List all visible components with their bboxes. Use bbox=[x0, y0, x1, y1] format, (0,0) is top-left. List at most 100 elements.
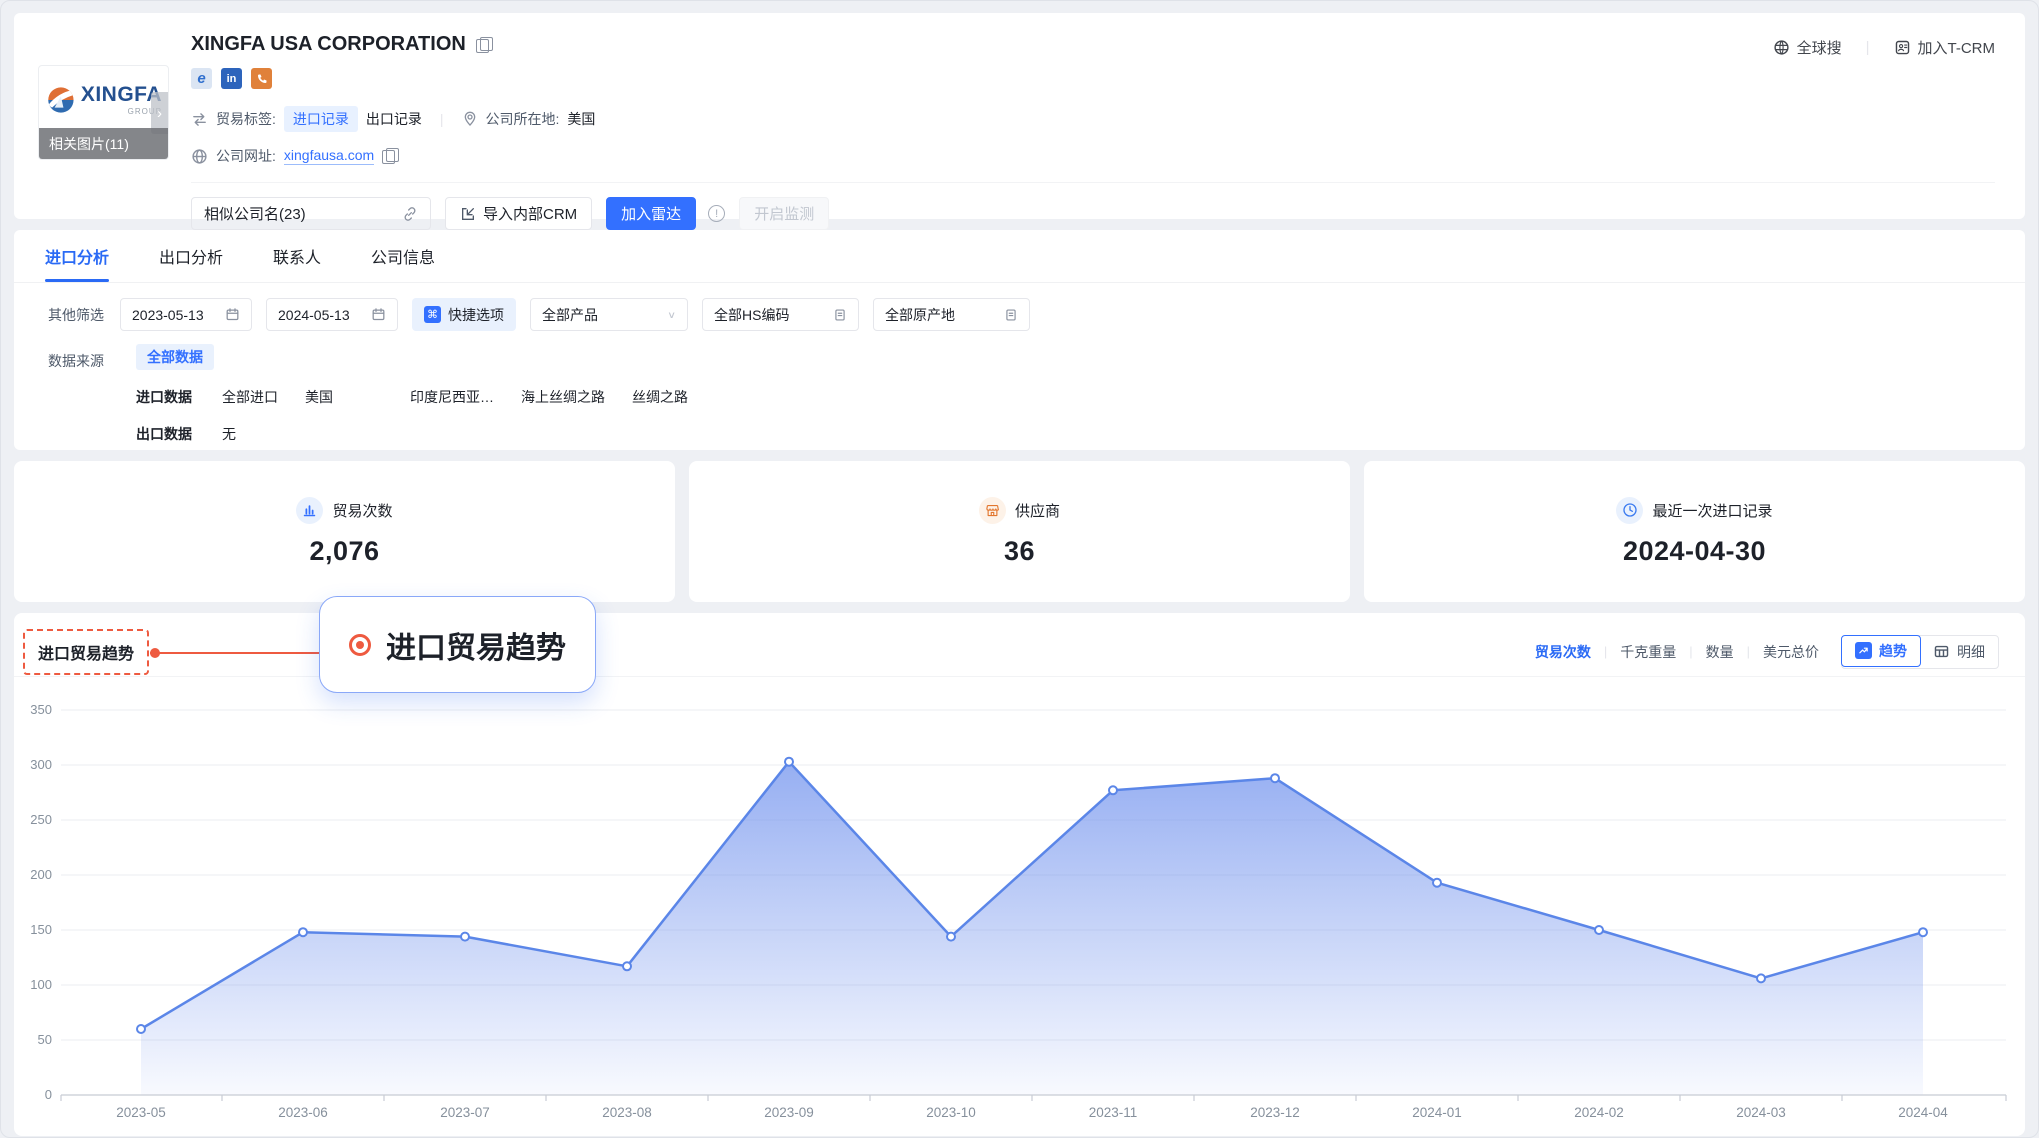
shop-icon bbox=[985, 503, 1000, 518]
location-label: 公司所在地: bbox=[486, 109, 560, 129]
import-source-item[interactable]: 海上丝绸之路 bbox=[521, 387, 605, 407]
join-tcrm-link[interactable]: 加入T-CRM bbox=[1894, 37, 1996, 58]
export-data-label: 出口数据 bbox=[136, 424, 192, 444]
date-from-input[interactable]: 2023-05-13 bbox=[120, 298, 252, 331]
link-icon bbox=[402, 206, 418, 222]
join-tcrm-icon bbox=[1894, 39, 1911, 56]
import-source-item[interactable]: 丝绸之路 bbox=[632, 387, 688, 407]
phone-icon[interactable] bbox=[251, 68, 272, 89]
svg-text:50: 50 bbox=[38, 1032, 52, 1047]
svg-text:200: 200 bbox=[30, 867, 52, 882]
toggle-detail-label: 明细 bbox=[1957, 642, 1985, 662]
location-value: 美国 bbox=[567, 109, 595, 129]
enable-monitor-button[interactable]: 开启监测 bbox=[739, 197, 829, 230]
stat-card-trade-count: 贸易次数 2,076 bbox=[14, 461, 675, 602]
toggle-detail-view[interactable]: 明细 bbox=[1920, 636, 1998, 668]
svg-text:2023-12: 2023-12 bbox=[1250, 1105, 1300, 1120]
stat-value: 2,076 bbox=[309, 536, 379, 567]
svg-text:2023-11: 2023-11 bbox=[1089, 1105, 1138, 1120]
bullseye-icon bbox=[349, 634, 371, 656]
metric-usd-total[interactable]: 美元总价 bbox=[1763, 642, 1819, 662]
similar-companies-button[interactable]: 相似公司名(23) bbox=[191, 197, 431, 230]
add-radar-button[interactable]: 加入雷达 bbox=[606, 197, 696, 230]
svg-text:2024-04: 2024-04 bbox=[1898, 1105, 1948, 1120]
data-source-label: 数据来源 bbox=[48, 347, 136, 444]
svg-text:2023-10: 2023-10 bbox=[926, 1105, 976, 1120]
import-crm-label: 导入内部CRM bbox=[483, 203, 577, 224]
svg-text:2023-06: 2023-06 bbox=[278, 1105, 328, 1120]
calendar-icon bbox=[371, 307, 386, 322]
divider: | bbox=[440, 111, 444, 127]
website-link[interactable]: xingfausa.com bbox=[284, 147, 374, 165]
metric-kg-weight[interactable]: 千克重量 bbox=[1620, 642, 1676, 662]
tab-export-analysis[interactable]: 出口分析 bbox=[159, 230, 223, 282]
stats-row: 贸易次数 2,076 供应商 36 最近一次进口记录 2024-04-30 bbox=[14, 461, 2025, 602]
svg-text:300: 300 bbox=[30, 757, 52, 772]
all-data-chip[interactable]: 全部数据 bbox=[136, 344, 214, 370]
tab-import-analysis[interactable]: 进口分析 bbox=[45, 230, 109, 282]
divider: | bbox=[1866, 39, 1870, 56]
tab-company-info[interactable]: 公司信息 bbox=[371, 230, 435, 282]
app-window: XINGFA GROUP › 相关图片(11) XINGFA USA CORPO… bbox=[0, 0, 2039, 1138]
join-tcrm-label: 加入T-CRM bbox=[1918, 37, 1996, 58]
metric-quantity[interactable]: 数量 bbox=[1706, 642, 1734, 662]
svg-text:2024-01: 2024-01 bbox=[1412, 1105, 1462, 1120]
trade-tags-icon bbox=[191, 111, 208, 128]
annotation-callout: 进口贸易趋势 bbox=[319, 596, 596, 693]
copy-company-name-icon[interactable] bbox=[476, 37, 492, 53]
linkedin-icon[interactable]: in bbox=[221, 68, 242, 89]
global-search-link[interactable]: 全球搜 bbox=[1773, 37, 1842, 58]
xingfa-logo-icon bbox=[47, 78, 75, 122]
info-icon[interactable]: ! bbox=[708, 205, 725, 222]
stat-label: 供应商 bbox=[1015, 500, 1060, 521]
export-records-tag[interactable]: 出口记录 bbox=[366, 109, 422, 129]
website-icon[interactable]: e bbox=[191, 68, 212, 89]
date-to-input[interactable]: 2024-05-13 bbox=[266, 298, 398, 331]
header-divider bbox=[191, 182, 1995, 183]
product-select[interactable]: 全部产品 ∨ bbox=[530, 298, 688, 331]
table-icon bbox=[1933, 643, 1950, 660]
tab-contacts[interactable]: 联系人 bbox=[273, 230, 321, 282]
divider: | bbox=[1604, 644, 1607, 659]
related-images-badge[interactable]: 相关图片(11) bbox=[39, 128, 168, 159]
logo-brand-text: XINGFA bbox=[81, 84, 162, 105]
quick-options-button[interactable]: ⌘ 快捷选项 bbox=[412, 298, 516, 331]
similar-companies-label: 相似公司名(23) bbox=[204, 203, 306, 224]
svg-text:100: 100 bbox=[30, 977, 52, 992]
svg-text:2023-05: 2023-05 bbox=[116, 1105, 166, 1120]
logo-brand-subtext: GROUP bbox=[81, 107, 162, 116]
company-name: XINGFA USA CORPORATION bbox=[191, 33, 466, 56]
import-source-item[interactable]: 美国 bbox=[305, 387, 333, 407]
tab-bar: 进口分析 出口分析 联系人 公司信息 bbox=[14, 230, 2025, 283]
stat-label: 最近一次进口记录 bbox=[1652, 500, 1772, 521]
svg-text:350: 350 bbox=[30, 702, 52, 717]
svg-text:250: 250 bbox=[30, 812, 52, 827]
import-source-item[interactable]: 全部进口 bbox=[222, 387, 278, 407]
globe-icon bbox=[191, 148, 208, 165]
origin-select[interactable]: 全部原产地 bbox=[873, 298, 1030, 331]
date-from-value: 2023-05-13 bbox=[132, 307, 204, 323]
hs-code-select[interactable]: 全部HS编码 bbox=[702, 298, 859, 331]
annotation-callout-text: 进口贸易趋势 bbox=[386, 623, 566, 667]
svg-text:0: 0 bbox=[45, 1087, 52, 1102]
trend-area-chart[interactable]: 0501001502002503003502023-052023-062023-… bbox=[14, 687, 2027, 1129]
stat-label: 贸易次数 bbox=[332, 500, 392, 521]
metric-trade-count[interactable]: 贸易次数 bbox=[1535, 642, 1591, 662]
divider: | bbox=[1747, 644, 1750, 659]
import-crm-button[interactable]: 导入内部CRM bbox=[445, 197, 592, 230]
hs-code-value: 全部HS编码 bbox=[714, 305, 789, 325]
origin-value: 全部原产地 bbox=[885, 305, 955, 325]
import-source-item[interactable]: 印度尼西亚… bbox=[410, 387, 494, 407]
calendar-icon bbox=[225, 307, 240, 322]
clock-icon bbox=[1622, 502, 1638, 518]
copy-website-icon[interactable] bbox=[382, 148, 398, 164]
import-records-tag[interactable]: 进口记录 bbox=[284, 106, 358, 132]
command-key-icon: ⌘ bbox=[424, 306, 441, 323]
svg-text:2023-08: 2023-08 bbox=[602, 1105, 652, 1120]
company-logo[interactable]: XINGFA GROUP › 相关图片(11) bbox=[38, 65, 169, 160]
import-icon bbox=[460, 206, 476, 222]
toggle-trend-view[interactable]: 趋势 bbox=[1841, 635, 1921, 667]
bar-chart-icon bbox=[302, 503, 317, 518]
date-to-value: 2024-05-13 bbox=[278, 307, 350, 323]
document-icon bbox=[833, 308, 847, 322]
